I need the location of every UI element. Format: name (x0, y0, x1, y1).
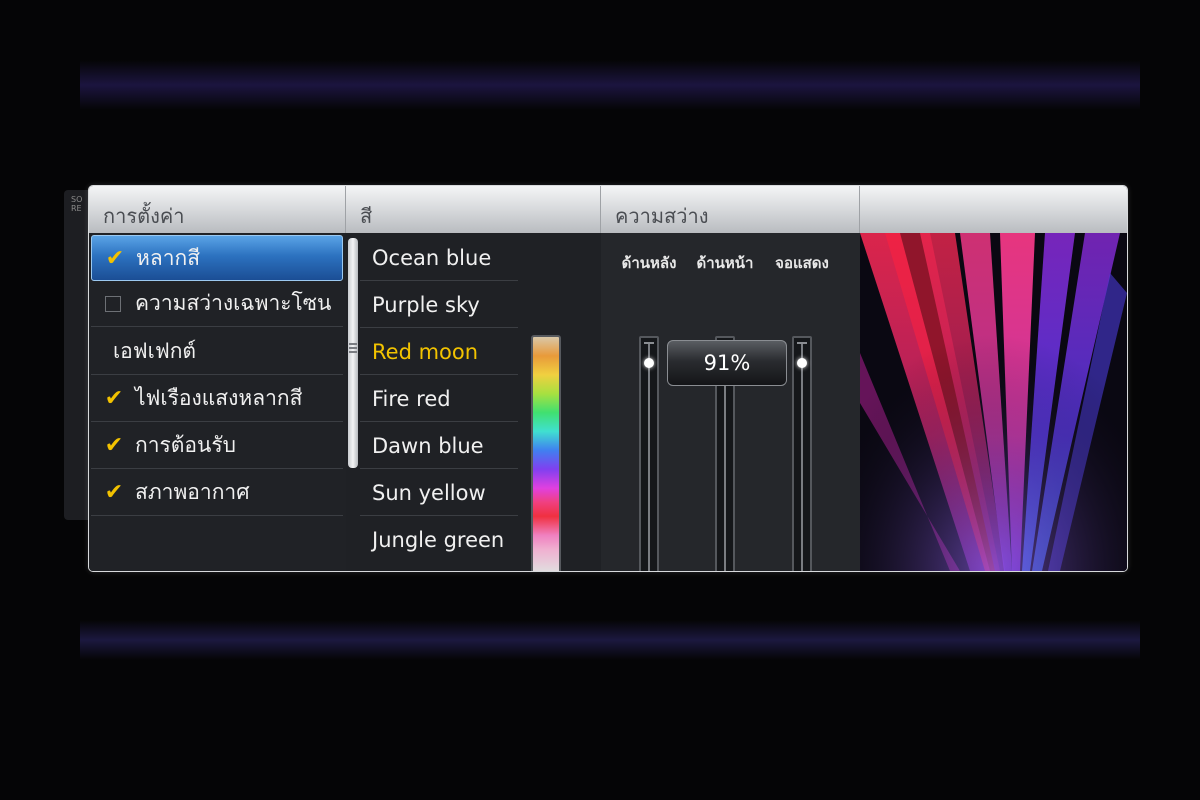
color-item-label: Ocean blue (372, 245, 492, 270)
color-item-label: Sun yellow (372, 480, 486, 505)
slider-rear[interactable] (639, 336, 659, 571)
check-icon: ✔ (104, 433, 124, 458)
menu-item-weather[interactable]: ✔ สภาพอากาศ (91, 470, 343, 516)
scrollbar[interactable] (348, 238, 358, 468)
scroll-grip-icon (349, 343, 357, 355)
slider-label-display: จอแสดง (775, 254, 829, 272)
menu-heading-effects: เอฟเฟกต์ (91, 329, 343, 375)
color-column: Ocean blue Purple sky Red moon Fire red … (346, 233, 602, 571)
menu-item-welcome[interactable]: ✔ การต้อนรับ (91, 423, 343, 469)
color-item-sun-yellow[interactable]: Sun yellow (360, 470, 518, 516)
color-item-dawn-blue[interactable]: Dawn blue (360, 423, 518, 469)
menu-item-glow-light[interactable]: ✔ ไฟเรืองแสงหลากสี (91, 376, 343, 422)
color-item-label: Purple sky (372, 292, 480, 317)
menu-item-label: การต้อนรับ (135, 433, 237, 457)
menu-item-multicolor[interactable]: ✔ หลากสี (91, 235, 343, 281)
ambient-light-preview (860, 233, 1127, 571)
menu-item-label: หลากสี (136, 245, 201, 270)
color-item-red-moon[interactable]: Red moon (360, 329, 518, 375)
menu-item-zone-brightness[interactable]: ความสว่างเฉพาะโซน (91, 281, 343, 327)
color-item-label: Dawn blue (372, 433, 484, 458)
light-rays-image (860, 233, 1127, 571)
menu-item-label: สภาพอากาศ (135, 480, 250, 504)
slider-display-knob[interactable] (797, 358, 807, 368)
brightness-value-text: 91% (703, 351, 751, 375)
check-icon: ✔ (104, 386, 124, 411)
color-item-ocean-blue[interactable]: Ocean blue (360, 235, 518, 281)
menu-item-label: ไฟเรืองแสงหลากสี (135, 386, 303, 410)
header-empty (860, 186, 1127, 233)
ambient-light-top (80, 60, 1140, 110)
header-brightness: ความสว่าง (601, 186, 860, 233)
color-item-jungle-green[interactable]: Jungle green (360, 517, 518, 563)
ambient-lighting-window: การตั้งค่า สี ความสว่าง ✔ หลากสี ความสว่… (88, 185, 1128, 572)
check-icon: ✔ (105, 245, 125, 271)
check-icon: ✔ (104, 480, 124, 505)
color-item-purple-sky[interactable]: Purple sky (360, 282, 518, 328)
header-bar: การตั้งค่า สี ความสว่าง (89, 186, 1127, 233)
slider-label-front: ด้านหน้า (696, 254, 754, 272)
color-item-label: Jungle green (372, 528, 505, 552)
header-color: สี (346, 186, 601, 233)
color-spectrum-bar[interactable] (531, 335, 561, 571)
brightness-column: ด้านหลัง ด้านหน้า จอแสดง 91% (601, 233, 861, 571)
settings-column: ✔ หลากสี ความสว่างเฉพาะโซน เอฟเฟกต์ ✔ ไฟ… (89, 233, 347, 571)
brightness-value: 91% (667, 340, 787, 386)
color-item-fire-red[interactable]: Fire red (360, 376, 518, 422)
ambient-light-bottom (80, 620, 1140, 660)
header-settings: การตั้งค่า (89, 186, 346, 233)
menu-item-label: ความสว่างเฉพาะโซน (135, 291, 332, 315)
color-item-label: Red moon (372, 339, 479, 364)
color-item-label: Fire red (372, 386, 451, 411)
checkbox-empty-icon (105, 295, 121, 312)
slider-rear-knob[interactable] (644, 358, 654, 368)
background-panel-text: SO RE (71, 195, 83, 213)
slider-display[interactable] (792, 336, 812, 571)
menu-heading-label: เอฟเฟกต์ (113, 339, 197, 363)
slider-label-rear: ด้านหลัง (621, 254, 677, 272)
